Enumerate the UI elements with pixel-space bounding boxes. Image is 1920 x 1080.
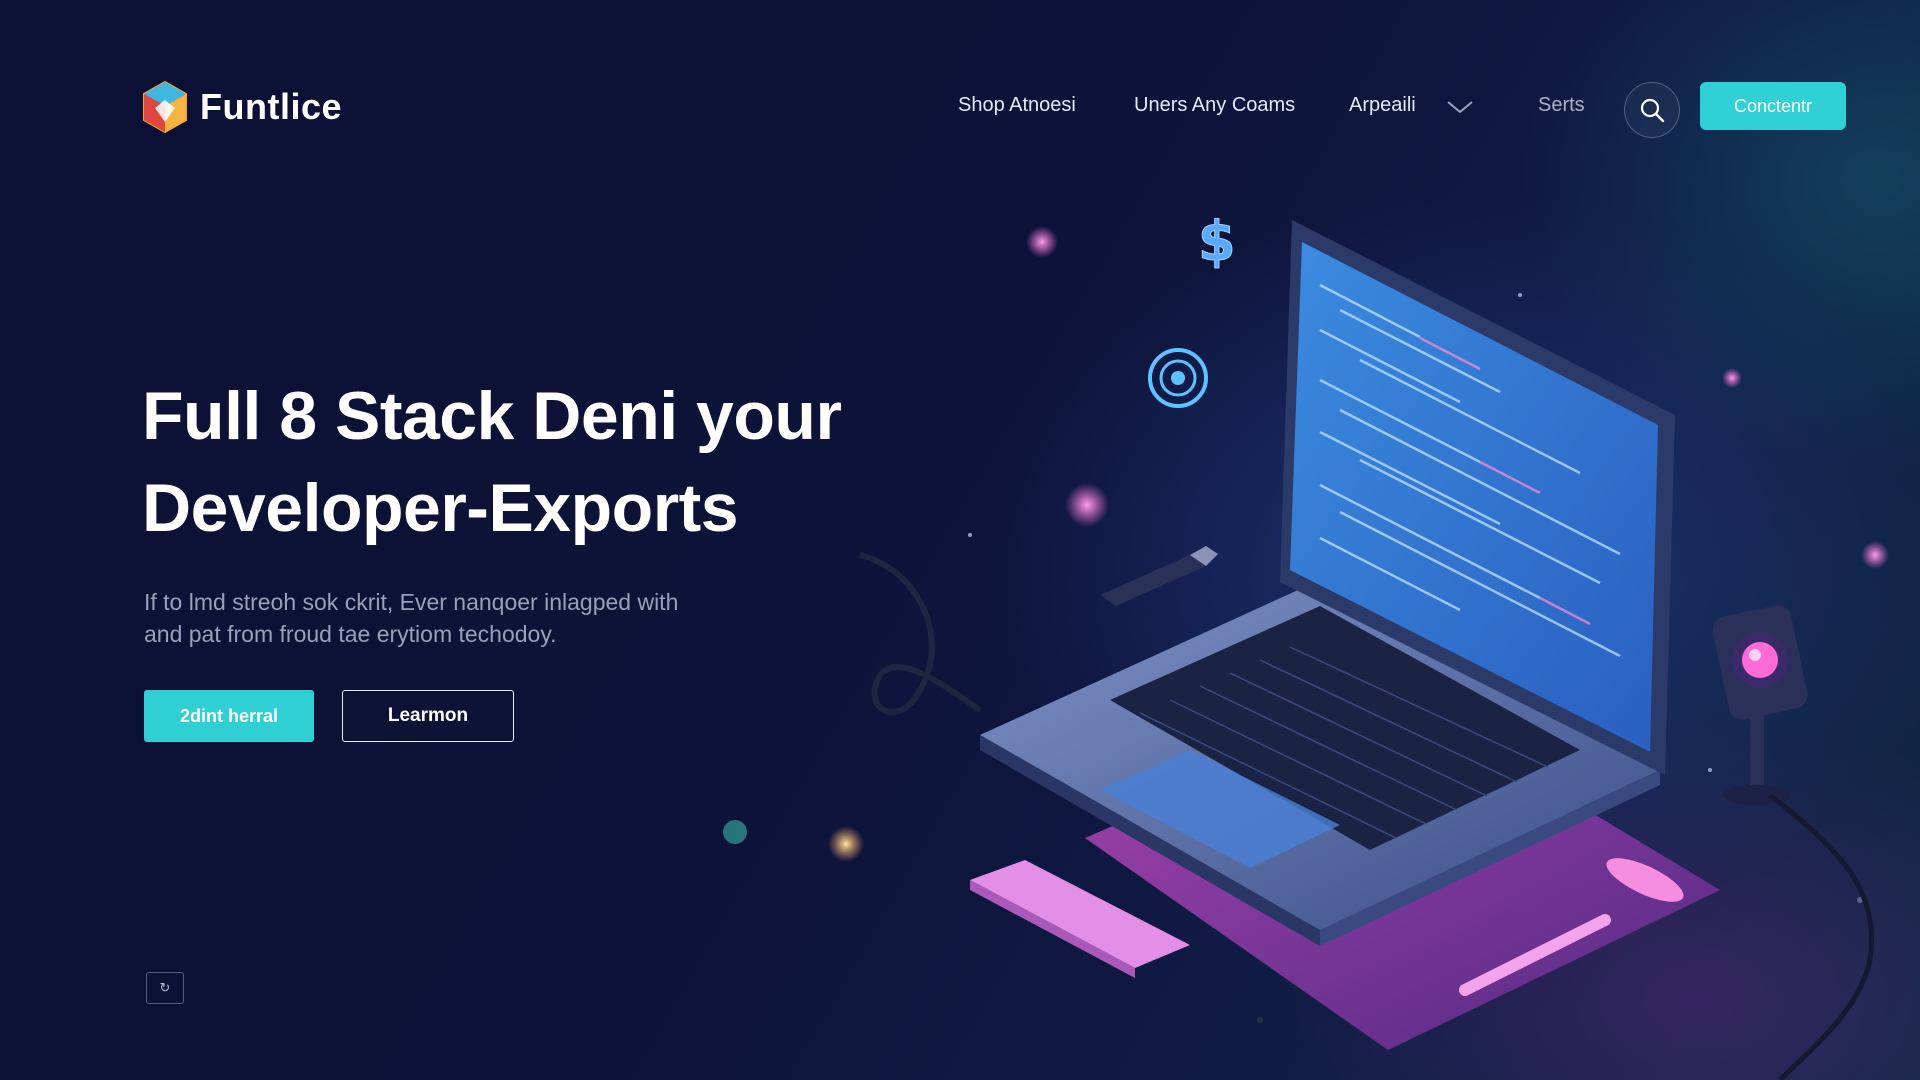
webcam: [1712, 605, 1874, 1080]
dollar-icon: $: [1198, 210, 1237, 274]
nav-link-serts[interactable]: Serts: [1538, 94, 1585, 117]
nav-link-dropdown[interactable]: Arpeaili: [1349, 94, 1416, 117]
search-button[interactable]: [1624, 82, 1680, 138]
svg-text:$: $: [1198, 210, 1236, 273]
nav-link-users[interactable]: Uners Any Coams: [1134, 94, 1295, 117]
nav-link-shop[interactable]: Shop Atnoesi: [958, 94, 1076, 117]
chevron-down-icon[interactable]: [1446, 98, 1474, 116]
contact-button[interactable]: Conctentr: [1700, 82, 1846, 130]
learn-more-button[interactable]: Learmon: [342, 690, 514, 742]
target-icon: [1148, 348, 1208, 408]
primary-cta-button[interactable]: 2dint herral: [144, 690, 314, 742]
hero-illustration: $: [723, 210, 1889, 1080]
scroll-indicator[interactable]: ↻: [146, 972, 184, 1004]
cable: [859, 552, 982, 716]
usb-drive: [1100, 546, 1218, 606]
top-nav: Shop Atnoesi Uners Any Coams Arpeaili Se…: [0, 82, 1920, 138]
search-icon: [1640, 98, 1665, 123]
